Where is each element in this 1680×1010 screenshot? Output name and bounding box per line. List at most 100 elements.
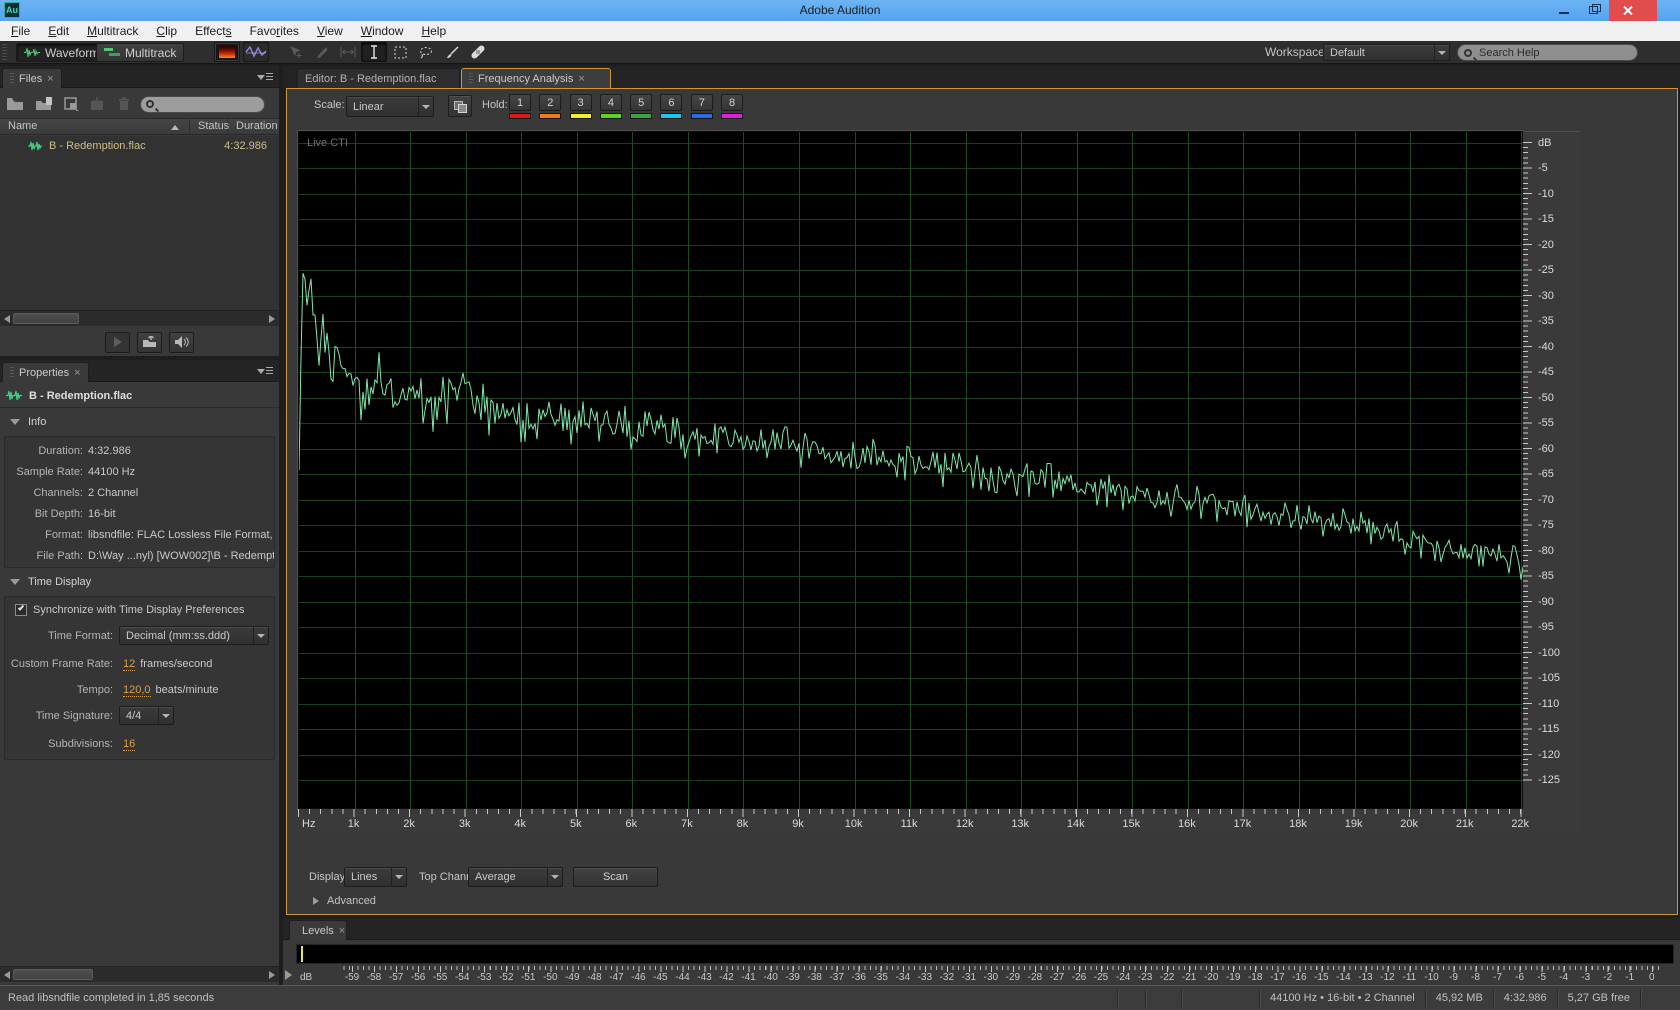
status-spacer <box>1117 990 1145 1007</box>
levels-scale-label: -38 <box>807 972 821 983</box>
levels-scale-label: -54 <box>455 972 469 983</box>
hold-button-4[interactable]: 4 <box>600 94 622 111</box>
help-search-input[interactable] <box>1477 46 1617 60</box>
scrollbar-thumb[interactable] <box>13 313 79 324</box>
prop-label: File Path: <box>5 550 83 562</box>
frequency-plot[interactable]: Live CTI <box>298 131 1523 809</box>
hold-button-5[interactable]: 5 <box>630 94 652 111</box>
hold-button-1[interactable]: 1 <box>509 94 531 111</box>
multitrack-view-button[interactable]: Multitrack <box>96 43 184 62</box>
scroll-left-icon[interactable] <box>4 315 10 323</box>
hold-slot-6: 6 <box>660 94 682 119</box>
hold-button-2[interactable]: 2 <box>539 94 561 111</box>
scan-button[interactable]: Scan <box>573 867 658 887</box>
import-file-icon[interactable] <box>35 97 54 111</box>
help-search-box[interactable] <box>1457 44 1638 61</box>
menu-clip[interactable]: Clip <box>147 21 186 41</box>
hold-button-6[interactable]: 6 <box>660 94 682 111</box>
marquee-selection-tool-icon <box>394 46 407 59</box>
menu-view[interactable]: View <box>308 21 352 41</box>
spot-healing-brush-tool-button[interactable] <box>465 42 491 62</box>
time-signature-dropdown[interactable]: 4/4 <box>119 706 174 725</box>
waveform-view-button[interactable]: Waveform <box>16 43 107 62</box>
slip-tool-button[interactable] <box>335 42 361 62</box>
close-tab-icon[interactable]: × <box>339 925 345 937</box>
chevron-down-icon <box>419 105 433 109</box>
spectral-frequency-display-button[interactable] <box>214 42 240 62</box>
advanced-section-toggle[interactable]: Advanced <box>313 895 376 907</box>
close-tab-icon[interactable]: × <box>74 367 80 379</box>
scrollbar-thumb[interactable] <box>13 969 93 980</box>
new-content-icon[interactable] <box>64 97 80 111</box>
open-file-icon[interactable] <box>6 97 25 111</box>
properties-horizontal-scrollbar[interactable] <box>0 966 279 982</box>
levels-expand-icon[interactable] <box>285 970 292 980</box>
copy-graph-button[interactable] <box>448 95 472 117</box>
time-format-dropdown[interactable]: Decimal (mm:ss.ddd) <box>119 626 269 645</box>
menu-file[interactable]: File <box>2 21 39 41</box>
close-tab-icon[interactable]: × <box>47 73 53 85</box>
minimize-button[interactable] <box>1549 0 1579 21</box>
spot-healing-brush-tool-icon <box>471 45 485 59</box>
panel-menu-icon[interactable] <box>257 73 273 82</box>
time-display-section-header[interactable]: Time Display <box>0 572 279 592</box>
insert-into-multitrack-icon[interactable] <box>90 97 108 111</box>
tab-levels[interactable]: Levels × <box>289 920 347 940</box>
info-section-header[interactable]: Info <box>0 412 279 432</box>
loudness-button[interactable] <box>169 332 194 353</box>
scale-dropdown[interactable]: Linear <box>346 96 434 117</box>
display-dropdown[interactable]: Lines <box>344 867 407 887</box>
paintbrush-selection-tool-button[interactable] <box>439 42 465 62</box>
levels-scale-label: -37 <box>829 972 843 983</box>
tab-files[interactable]: Files × <box>2 68 62 88</box>
menu-favorites[interactable]: Favorites <box>241 21 308 41</box>
hold-button-8[interactable]: 8 <box>721 94 743 111</box>
scroll-left-icon[interactable] <box>4 971 10 979</box>
close-button[interactable] <box>1609 0 1657 21</box>
menu-effects[interactable]: Effects <box>186 21 240 41</box>
db-axis-label: -20 <box>1538 240 1554 250</box>
file-row[interactable]: B - Redemption.flac 4:32.986 <box>0 136 279 155</box>
menu-edit[interactable]: Edit <box>39 21 78 41</box>
menu-window[interactable]: Window <box>352 21 413 41</box>
column-name[interactable]: Name <box>0 119 190 134</box>
column-status[interactable]: Status <box>190 119 228 134</box>
move-tool-button[interactable] <box>283 42 309 62</box>
db-axis-label: -50 <box>1538 393 1554 403</box>
levels-scale-label: -46 <box>631 972 645 983</box>
spectral-pitch-display-button[interactable] <box>243 42 269 62</box>
column-duration[interactable]: Duration <box>228 119 279 134</box>
files-search-box[interactable] <box>140 96 265 113</box>
files-horizontal-scrollbar[interactable] <box>0 310 279 326</box>
top-channel-dropdown[interactable]: Average <box>468 867 563 887</box>
menu-multitrack[interactable]: Multitrack <box>78 21 147 41</box>
sync-row: Synchronize with Time Display Preference… <box>5 601 274 623</box>
tempo-value[interactable]: 120,0 <box>123 684 151 697</box>
marquee-selection-tool-button[interactable] <box>387 42 413 62</box>
sync-checkbox[interactable] <box>15 604 27 616</box>
scroll-right-icon[interactable] <box>269 315 275 323</box>
trash-icon[interactable] <box>118 97 130 111</box>
hold-button-7[interactable]: 7 <box>691 94 713 111</box>
tab-frequency-analysis[interactable]: Frequency Analysis × <box>461 68 611 89</box>
files-tabbar: Files × <box>0 66 279 88</box>
workspace-dropdown[interactable]: Default <box>1323 44 1450 61</box>
open-in-editor-button[interactable] <box>137 332 162 353</box>
play-button[interactable] <box>105 332 130 353</box>
time-selection-tool-button[interactable] <box>361 42 387 62</box>
levels-scale-label: -23 <box>1138 972 1152 983</box>
tab-properties[interactable]: Properties × <box>2 362 89 382</box>
menu-help[interactable]: Help <box>412 21 455 41</box>
subdivisions-value[interactable]: 16 <box>123 738 135 751</box>
scroll-right-icon[interactable] <box>269 971 275 979</box>
hold-button-3[interactable]: 3 <box>570 94 592 111</box>
toolbar-gripper[interactable] <box>2 44 7 61</box>
frame-rate-value[interactable]: 12 <box>123 658 135 671</box>
tab-editor[interactable]: Editor: B - Redemption.flac <box>297 68 460 88</box>
restore-button[interactable] <box>1579 0 1609 21</box>
razor-tool-button[interactable] <box>309 42 335 62</box>
levels-scale-label: -30 <box>984 972 998 983</box>
panel-menu-icon[interactable] <box>257 367 273 376</box>
close-tab-icon[interactable]: × <box>578 73 584 85</box>
lasso-selection-tool-button[interactable] <box>413 42 439 62</box>
